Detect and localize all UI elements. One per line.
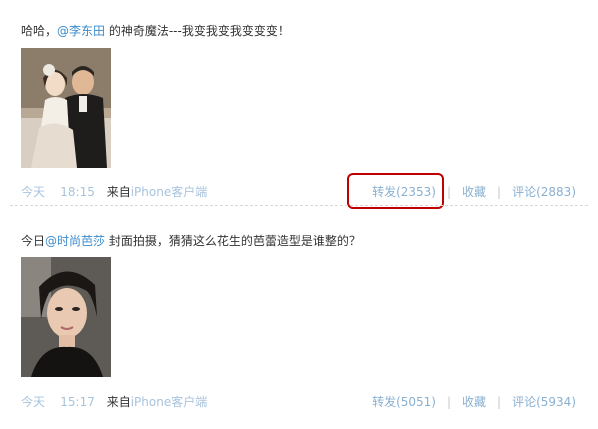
post-clock: 15:17 [60, 395, 95, 409]
action-separator: | [446, 185, 452, 199]
wedding-photo-image [21, 48, 111, 168]
client-link[interactable]: iPhone客户端 [131, 395, 208, 409]
source-label: 来自 [106, 395, 131, 409]
post-thumbnail[interactable] [21, 257, 111, 377]
post-date: 今天 [21, 395, 46, 409]
portrait-photo-image [21, 257, 111, 377]
post-text-before: 哈哈， [21, 24, 58, 38]
comment-link[interactable]: 评论(5934) [512, 395, 576, 409]
post-text: 今日@时尚芭莎 封面拍摄，猜猜这么花生的芭蕾造型是谁整的？ [21, 232, 361, 249]
post-meta: 今天 15:17 来自iPhone客户端 [21, 393, 207, 410]
action-separator: | [497, 185, 502, 199]
feed-item: 哈哈，@李东田 的神奇魔法---我变我变我变变变！ 今天 18:15 来自iPh… [0, 0, 598, 209]
post-thumbnail[interactable] [21, 48, 111, 168]
post-meta: 今天 18:15 来自iPhone客户端 [21, 183, 207, 200]
client-link[interactable]: iPhone客户端 [131, 185, 208, 199]
user-mention-link[interactable]: @李东田 [57, 24, 105, 38]
comment-link[interactable]: 评论(2883) [512, 185, 576, 199]
repost-link[interactable]: 转发(5051) [372, 395, 436, 409]
favorite-link[interactable]: 收藏 [462, 185, 486, 199]
post-actions: 转发(5051) | 收藏 | 评论(5934) [372, 393, 576, 410]
post-time-link[interactable]: 今天 18:15 [21, 185, 95, 199]
favorite-link[interactable]: 收藏 [462, 395, 486, 409]
post-text: 哈哈，@李东田 的神奇魔法---我变我变我变变变！ [21, 22, 290, 39]
action-separator: | [497, 395, 502, 409]
source-label: 来自 [106, 185, 131, 199]
repost-highlight-annotation [347, 173, 444, 209]
post-text-after: 的神奇魔法---我变我变我变变变！ [105, 24, 290, 38]
post-date: 今天 [21, 185, 46, 199]
post-text-after: 封面拍摄，猜猜这么花生的芭蕾造型是谁整的？ [105, 234, 361, 248]
action-separator: | [446, 395, 452, 409]
post-time-link[interactable]: 今天 15:17 [21, 395, 95, 409]
user-mention-link[interactable]: @时尚芭莎 [45, 234, 105, 248]
post-clock: 18:15 [60, 185, 95, 199]
feed-item: 今日@时尚芭莎 封面拍摄，猜猜这么花生的芭蕾造型是谁整的？ 今天 15:17 来… [0, 206, 598, 429]
post-text-before: 今日 [21, 234, 46, 248]
